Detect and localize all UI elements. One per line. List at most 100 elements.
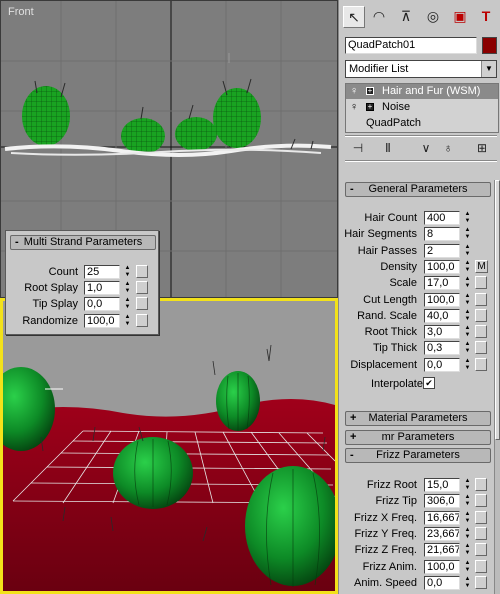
motion-icon[interactable]: ◎ — [422, 6, 444, 28]
param-value-field[interactable]: 23,667 — [424, 526, 460, 541]
spin-up-icon[interactable]: ▲ — [463, 511, 472, 518]
key-button[interactable] — [475, 276, 487, 290]
spinner[interactable]: ▲ ▼ — [123, 265, 132, 279]
spin-up-icon[interactable]: ▲ — [463, 211, 472, 218]
spin-down-icon[interactable]: ▼ — [463, 300, 472, 307]
param-value-field[interactable]: 100,0 — [424, 559, 460, 574]
spin-down-icon[interactable]: ▼ — [463, 267, 472, 274]
spin-down-icon[interactable]: ▼ — [123, 304, 132, 311]
spinner[interactable]: ▲ ▼ — [463, 511, 472, 525]
stack-item-hair-and-fur[interactable]: ♀ + Hair and Fur (WSM) — [346, 84, 498, 99]
param-value-field[interactable]: 0,0 — [424, 357, 460, 372]
object-color-swatch[interactable] — [482, 37, 497, 54]
spin-down-icon[interactable]: ▼ — [463, 218, 472, 225]
spinner[interactable]: ▲ ▼ — [463, 325, 472, 339]
key-button[interactable] — [136, 297, 148, 310]
configure-sets-icon[interactable]: ⊞ — [473, 139, 491, 157]
object-name-field[interactable]: QuadPatch01 — [345, 37, 477, 54]
key-button[interactable] — [475, 478, 487, 491]
spin-up-icon[interactable]: ▲ — [463, 276, 472, 283]
spin-down-icon[interactable]: ▼ — [463, 518, 472, 525]
key-button[interactable] — [475, 526, 487, 540]
key-button[interactable] — [475, 543, 487, 557]
spin-up-icon[interactable]: ▲ — [463, 227, 472, 234]
spin-up-icon[interactable]: ▲ — [463, 543, 472, 550]
randomize-field[interactable]: 100,0 — [84, 314, 120, 328]
chevron-down-icon[interactable]: ▼ — [481, 61, 496, 77]
spin-up-icon[interactable]: ▲ — [123, 281, 132, 288]
spin-up-icon[interactable]: ▲ — [463, 293, 472, 300]
spin-down-icon[interactable]: ▼ — [123, 272, 132, 279]
spin-up-icon[interactable]: ▲ — [463, 527, 472, 534]
spin-down-icon[interactable]: ▼ — [463, 550, 472, 557]
param-value-field[interactable]: 17,0 — [424, 276, 460, 291]
spin-up-icon[interactable]: ▲ — [463, 560, 472, 567]
spin-up-icon[interactable]: ▲ — [463, 260, 472, 267]
remove-modifier-icon[interactable]: ♁ — [439, 139, 457, 157]
count-field[interactable]: 25 — [84, 265, 120, 279]
stack-item-quadpatch[interactable]: QuadPatch — [346, 116, 498, 131]
spin-down-icon[interactable]: ▼ — [463, 365, 472, 372]
spinner[interactable]: ▲ ▼ — [463, 260, 472, 274]
spin-up-icon[interactable]: ▲ — [463, 494, 472, 501]
map-button[interactable]: M — [475, 259, 488, 273]
frizz-parameters-header[interactable]: - Frizz Parameters — [345, 448, 491, 463]
spin-up-icon[interactable]: ▲ — [463, 309, 472, 316]
show-end-result-icon[interactable]: Ⅱ — [379, 139, 397, 157]
param-value-field[interactable]: 306,0 — [424, 494, 460, 509]
spin-down-icon[interactable]: ▼ — [463, 316, 472, 323]
lightbulb-icon[interactable]: ♀ — [350, 100, 358, 114]
key-button[interactable] — [136, 265, 148, 278]
spin-up-icon[interactable]: ▲ — [463, 478, 472, 485]
spinner[interactable]: ▲ ▼ — [463, 211, 472, 225]
key-button[interactable] — [136, 281, 148, 294]
spin-up-icon[interactable]: ▲ — [463, 341, 472, 348]
key-button[interactable] — [475, 494, 487, 508]
spin-down-icon[interactable]: ▼ — [463, 583, 472, 590]
scrollbar-thumb[interactable] — [495, 180, 500, 440]
tip-splay-field[interactable]: 0,0 — [84, 297, 120, 311]
spin-up-icon[interactable]: ▲ — [463, 576, 472, 583]
key-button[interactable] — [475, 292, 487, 306]
spin-down-icon[interactable]: ▼ — [123, 288, 132, 295]
spinner[interactable]: ▲ ▼ — [463, 293, 472, 307]
spin-down-icon[interactable]: ▼ — [463, 251, 472, 258]
spin-down-icon[interactable]: ▼ — [463, 283, 472, 290]
param-value-field[interactable]: 16,667 — [424, 510, 460, 525]
stack-item-noise[interactable]: ♀ + Noise — [346, 100, 498, 115]
spinner[interactable]: ▲ ▼ — [463, 276, 472, 290]
param-value-field[interactable]: 2 — [424, 243, 460, 258]
spin-up-icon[interactable]: ▲ — [463, 358, 472, 365]
command-panel-scrollbar[interactable] — [494, 180, 500, 594]
spinner[interactable]: ▲ ▼ — [463, 358, 472, 372]
spinner[interactable]: ▲ ▼ — [463, 560, 472, 574]
spin-up-icon[interactable]: ▲ — [123, 297, 132, 304]
pin-stack-icon[interactable]: ⊣ — [349, 139, 367, 157]
spin-down-icon[interactable]: ▼ — [463, 534, 472, 541]
spinner[interactable]: ▲ ▼ — [463, 576, 472, 590]
spin-up-icon[interactable]: ▲ — [123, 265, 132, 272]
spinner[interactable]: ▲ ▼ — [463, 527, 472, 541]
spin-up-icon[interactable]: ▲ — [463, 325, 472, 332]
spin-down-icon[interactable]: ▼ — [463, 567, 472, 574]
spinner[interactable]: ▲ ▼ — [463, 227, 472, 241]
param-value-field[interactable]: 21,667 — [424, 543, 460, 558]
root-splay-field[interactable]: 1,0 — [84, 281, 120, 295]
param-value-field[interactable]: 100,0 — [424, 292, 460, 307]
expand-plus-icon[interactable]: + — [366, 87, 374, 95]
param-value-field[interactable]: 0,0 — [424, 575, 460, 590]
spinner[interactable]: ▲ ▼ — [123, 297, 132, 311]
spinner[interactable]: ▲ ▼ — [123, 314, 132, 328]
general-parameters-header[interactable]: - General Parameters — [345, 182, 491, 197]
param-value-field[interactable]: 40,0 — [424, 308, 460, 323]
display-monitor-icon[interactable]: ▣ — [449, 6, 471, 28]
viewport-label[interactable]: Front — [8, 6, 34, 18]
modifier-list-dropdown[interactable]: Modifier List ▼ — [345, 60, 497, 78]
spin-down-icon[interactable]: ▼ — [463, 501, 472, 508]
expand-plus-icon[interactable]: + — [366, 103, 374, 111]
key-button[interactable] — [475, 308, 487, 322]
spin-up-icon[interactable]: ▲ — [123, 314, 132, 321]
spin-down-icon[interactable]: ▼ — [463, 485, 472, 492]
hierarchy-icon[interactable]: ⊼ — [395, 6, 417, 28]
spinner[interactable]: ▲ ▼ — [463, 494, 472, 508]
